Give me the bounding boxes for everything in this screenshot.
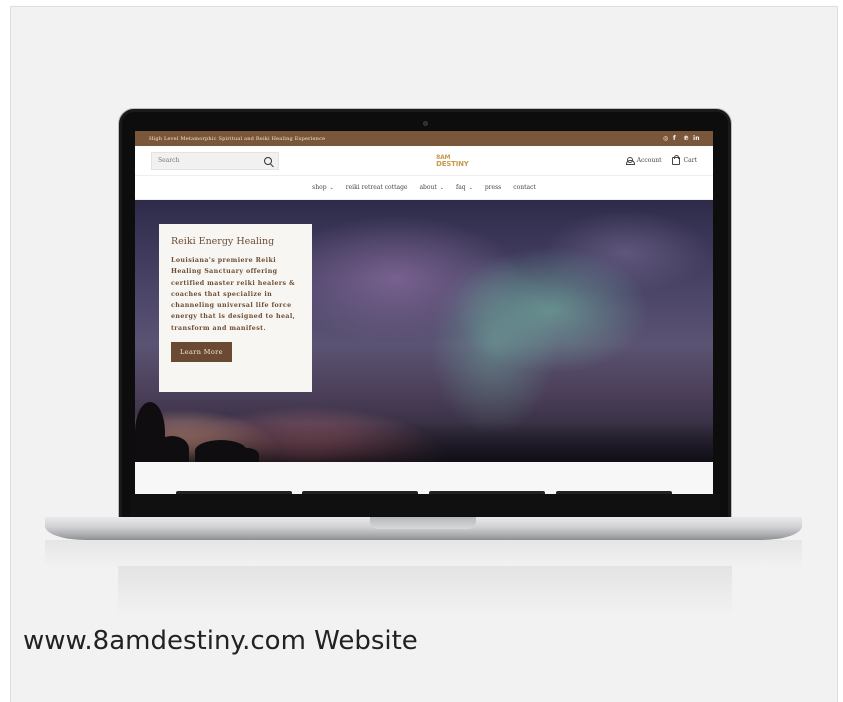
- hero-text: Louisiana's premiere Reiki Healing Sanct…: [171, 257, 296, 332]
- nav-label: contact: [513, 184, 536, 191]
- tree-silhouette: [155, 436, 189, 462]
- search-icon[interactable]: [264, 156, 272, 165]
- social-links: ◎ f ℗ in: [663, 135, 700, 142]
- nav-label: about: [419, 184, 437, 191]
- site-header: 8AM DESTINY Account Cart: [135, 146, 713, 176]
- laptop-bezel-bottom: [130, 494, 720, 516]
- main-nav: shop ⌄ reiki retreat cottage about ⌄ faq…: [135, 176, 713, 200]
- nav-label: faq: [455, 184, 466, 191]
- account-icon: [625, 156, 635, 165]
- cart-link[interactable]: Cart: [671, 154, 697, 165]
- instagram-icon[interactable]: ◎: [663, 135, 669, 142]
- content-section: [135, 462, 713, 494]
- hero-title: Reiki Energy Healing: [171, 236, 275, 247]
- pinterest-icon[interactable]: ℗: [683, 135, 689, 142]
- nav-item-press[interactable]: press: [485, 184, 501, 191]
- nav-label: press: [484, 184, 502, 191]
- facebook-icon[interactable]: f: [673, 135, 679, 142]
- caption: www.8amdestiny.com Website: [23, 626, 418, 656]
- chevron-down-icon: ⌄: [439, 184, 444, 191]
- header-actions: Account Cart: [625, 154, 697, 165]
- nav-item-about[interactable]: about ⌄: [419, 184, 444, 191]
- announcement-bar: High Level Metamorphic Spiritual and Rei…: [135, 131, 713, 146]
- laptop-reflection: [118, 566, 732, 616]
- chevron-down-icon: ⌄: [468, 184, 473, 191]
- search-input[interactable]: [158, 157, 248, 164]
- laptop-shadow: [45, 540, 802, 568]
- nav-item-contact[interactable]: contact: [513, 184, 536, 191]
- laptop-opening-notch: [370, 517, 476, 529]
- logo-line2: DESTINY: [436, 159, 469, 168]
- laptop-screen: High Level Metamorphic Spiritual and Rei…: [135, 131, 713, 494]
- hero-banner: Reiki Energy Healing Louisiana's premier…: [135, 200, 713, 462]
- nav-label: reiki retreat cottage: [345, 184, 408, 191]
- announcement-text: High Level Metamorphic Spiritual and Rei…: [149, 135, 326, 142]
- linkedin-icon[interactable]: in: [693, 135, 700, 142]
- nav-item-reiki-retreat-cottage[interactable]: reiki retreat cottage: [346, 184, 408, 191]
- nav-item-faq[interactable]: faq ⌄: [456, 184, 473, 191]
- tree-silhouette: [235, 448, 259, 462]
- learn-more-button[interactable]: Learn More: [171, 342, 232, 363]
- nav-label: shop: [312, 184, 327, 191]
- account-label: Account: [636, 157, 662, 164]
- site-logo[interactable]: 8AM DESTINY: [436, 154, 469, 168]
- hero-card: Reiki Energy Healing Louisiana's premier…: [159, 224, 312, 392]
- cart-icon: [671, 154, 680, 165]
- account-link[interactable]: Account: [625, 156, 662, 165]
- webcam: [423, 121, 428, 126]
- cart-label: Cart: [683, 157, 697, 164]
- nav-item-shop[interactable]: shop ⌄: [312, 184, 334, 191]
- search-box[interactable]: [151, 151, 279, 170]
- chevron-down-icon: ⌄: [329, 184, 334, 191]
